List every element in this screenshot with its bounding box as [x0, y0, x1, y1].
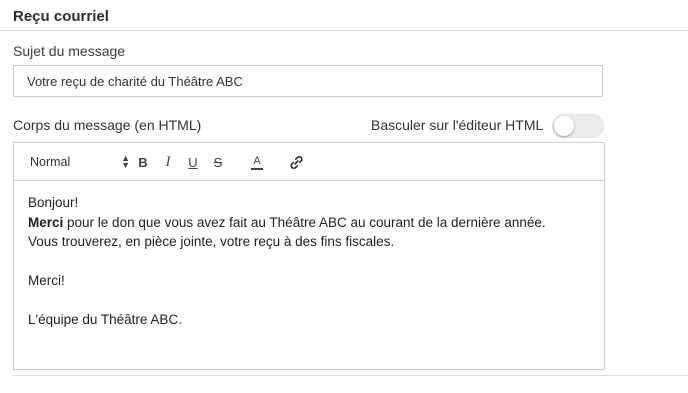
content-line: Vous trouverez, en pièce jointe, votre r…: [28, 234, 395, 249]
content-line: Merci pour le don que vous avez fait au …: [28, 213, 546, 233]
editor-toolbar: Normal ▲ ▼ B I U S A: [14, 143, 604, 181]
html-editor-toggle-label: Basculer sur l'éditeur HTML: [371, 117, 544, 133]
subject-input[interactable]: [13, 65, 603, 97]
subject-label: Sujet du message: [13, 43, 126, 59]
content-bold-text: Merci: [28, 214, 64, 230]
select-arrows-icon: ▲ ▼: [121, 153, 130, 170]
bottom-divider: [13, 375, 688, 376]
toggle-knob: [554, 116, 574, 136]
content-text: pour le don que vous avez fait au Théâtr…: [63, 214, 546, 230]
text-color-label: A: [253, 154, 261, 167]
underline-button[interactable]: U: [185, 153, 201, 171]
html-editor-toggle[interactable]: [552, 114, 604, 138]
italic-button[interactable]: I: [160, 153, 176, 171]
section-divider: [0, 30, 688, 31]
section-title: Reçu courriel: [13, 8, 109, 25]
content-line: Merci!: [28, 273, 65, 288]
content-line: L'équipe du Théâtre ABC.: [28, 312, 182, 327]
editor-content[interactable]: Bonjour! Merci pour le don que vous avez…: [28, 193, 546, 330]
body-label: Corps du message (en HTML): [13, 117, 202, 133]
content-line: Bonjour!: [28, 195, 79, 210]
format-select[interactable]: Normal ▲ ▼: [30, 153, 130, 171]
strikethrough-button[interactable]: S: [210, 153, 226, 171]
text-color-button[interactable]: A: [249, 153, 265, 171]
link-icon: [289, 155, 303, 169]
bold-button[interactable]: B: [135, 153, 151, 171]
format-select-value: Normal: [30, 155, 71, 169]
link-button[interactable]: [287, 153, 305, 171]
text-color-bar: [251, 167, 263, 170]
rich-text-editor: Normal ▲ ▼ B I U S A Bonjour! Merci pour …: [13, 142, 605, 370]
